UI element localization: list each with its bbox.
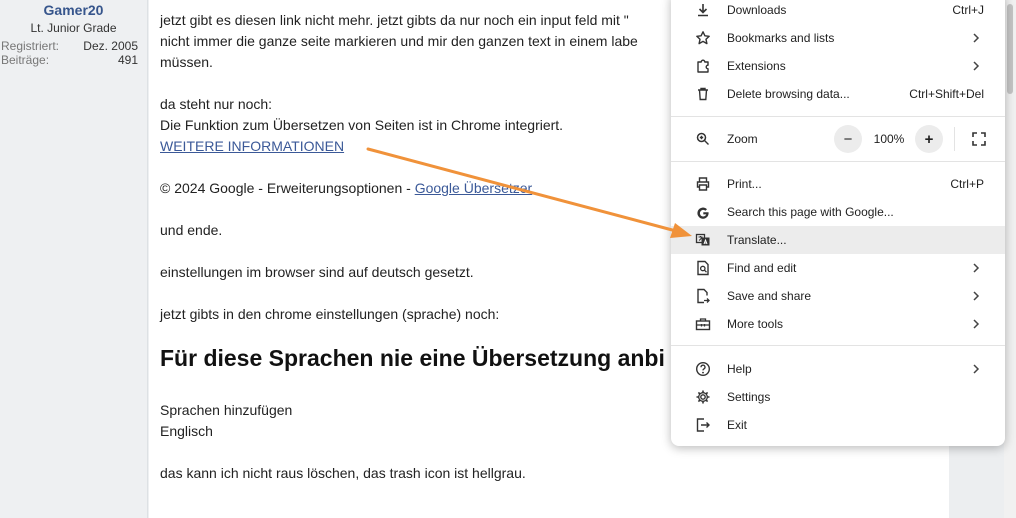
- page-scrollbar[interactable]: [1004, 0, 1016, 518]
- menu-item-label: Print...: [727, 177, 762, 191]
- copyright-text: © 2024 Google - Erweiterungsoptionen -: [160, 180, 415, 196]
- fullscreen-button[interactable]: [965, 125, 993, 153]
- menu-item-search-google[interactable]: Search this page with Google...: [671, 198, 1005, 226]
- chevron-right-icon: [971, 31, 981, 45]
- toolbox-icon: [695, 316, 711, 332]
- menu-item-downloads[interactable]: Downloads Ctrl+J: [671, 0, 1005, 24]
- google-g-icon: [695, 204, 711, 220]
- save-share-icon: [695, 288, 711, 304]
- menu-divider: [671, 345, 1005, 346]
- registered-label: Registriert:: [1, 39, 60, 53]
- more-info-link[interactable]: WEITERE INFORMATIONEN: [160, 138, 344, 154]
- post-text-line: das kann ich nicht raus löschen, das tra…: [160, 465, 526, 481]
- registered-value: Dez. 2005: [83, 39, 138, 53]
- menu-item-label: Extensions: [727, 59, 786, 73]
- printer-icon: [695, 176, 711, 192]
- menu-item-extensions[interactable]: Extensions: [671, 52, 1005, 80]
- fullscreen-icon: [972, 132, 986, 146]
- menu-item-label: Bookmarks and lists: [727, 31, 835, 45]
- shortcut-text: Ctrl+Shift+Del: [909, 87, 984, 101]
- posts-label: Beiträge:: [1, 53, 50, 67]
- menu-item-label: Save and share: [727, 289, 812, 303]
- menu-item-label: Translate...: [727, 233, 787, 247]
- menu-item-label: Downloads: [727, 3, 787, 17]
- help-icon: [695, 361, 711, 377]
- menu-item-print[interactable]: Print... Ctrl+P: [671, 170, 1005, 198]
- zoom-icon: [695, 131, 711, 147]
- shortcut-text: Ctrl+P: [950, 177, 984, 191]
- menu-item-label: Delete browsing data...: [727, 87, 850, 101]
- menu-item-bookmarks[interactable]: Bookmarks and lists: [671, 24, 1005, 52]
- menu-item-label: More tools: [727, 317, 784, 331]
- user-info-sidebar: Gamer20 Lt. Junior Grade Registriert: De…: [0, 0, 148, 518]
- zoom-in-button[interactable]: +: [915, 125, 943, 153]
- chevron-right-icon: [971, 317, 981, 331]
- zoom-level: 100%: [873, 132, 905, 146]
- translate-icon: [695, 232, 711, 248]
- chevron-right-icon: [971, 261, 981, 275]
- google-translator-link[interactable]: Google Übersetzer: [415, 180, 533, 196]
- menu-item-delete-browsing-data[interactable]: Delete browsing data... Ctrl+Shift+Del: [671, 80, 1005, 108]
- menu-divider: [671, 116, 1005, 117]
- registered-row: Registriert: Dez. 2005: [0, 39, 147, 53]
- menu-item-label: Zoom: [727, 132, 758, 146]
- minus-icon: −: [843, 130, 853, 148]
- menu-item-save-share[interactable]: Save and share: [671, 282, 1005, 310]
- menu-item-find-edit[interactable]: Find and edit: [671, 254, 1005, 282]
- username-link[interactable]: Gamer20: [0, 2, 147, 18]
- zoom-out-button[interactable]: −: [834, 125, 862, 153]
- menu-item-help[interactable]: Help: [671, 355, 1005, 383]
- menu-item-label: Find and edit: [727, 261, 797, 275]
- posts-value: 491: [117, 53, 138, 67]
- menu-item-label: Exit: [727, 418, 748, 432]
- exit-icon: [695, 417, 711, 433]
- user-rank: Lt. Junior Grade: [30, 21, 117, 35]
- menu-item-settings[interactable]: Settings: [671, 383, 1005, 411]
- menu-item-exit[interactable]: Exit: [671, 411, 1005, 439]
- star-icon: [695, 30, 711, 46]
- plus-icon: +: [924, 130, 934, 148]
- menu-item-label: Settings: [727, 390, 771, 404]
- zoom-divider: [954, 127, 955, 151]
- shortcut-text: Ctrl+J: [952, 3, 984, 17]
- menu-item-more-tools[interactable]: More tools: [671, 310, 1005, 338]
- trash-icon: [695, 86, 711, 102]
- chevron-right-icon: [971, 289, 981, 303]
- find-page-icon: [695, 260, 711, 276]
- posts-row: Beiträge: 491: [0, 53, 147, 67]
- menu-item-zoom: Zoom − 100% +: [671, 125, 1005, 153]
- chevron-right-icon: [971, 362, 981, 376]
- menu-item-label: Help: [727, 362, 752, 376]
- scrollbar-thumb[interactable]: [1007, 4, 1013, 94]
- chevron-right-icon: [971, 59, 981, 73]
- puzzle-icon: [695, 58, 711, 74]
- menu-divider: [671, 161, 1005, 162]
- chrome-main-menu: Downloads Ctrl+J Bookmarks and lists Ext…: [671, 0, 1005, 446]
- download-icon: [695, 2, 711, 18]
- menu-item-label: Search this page with Google...: [727, 205, 894, 219]
- menu-item-translate[interactable]: Translate...: [671, 226, 1005, 254]
- gear-icon: [695, 389, 711, 405]
